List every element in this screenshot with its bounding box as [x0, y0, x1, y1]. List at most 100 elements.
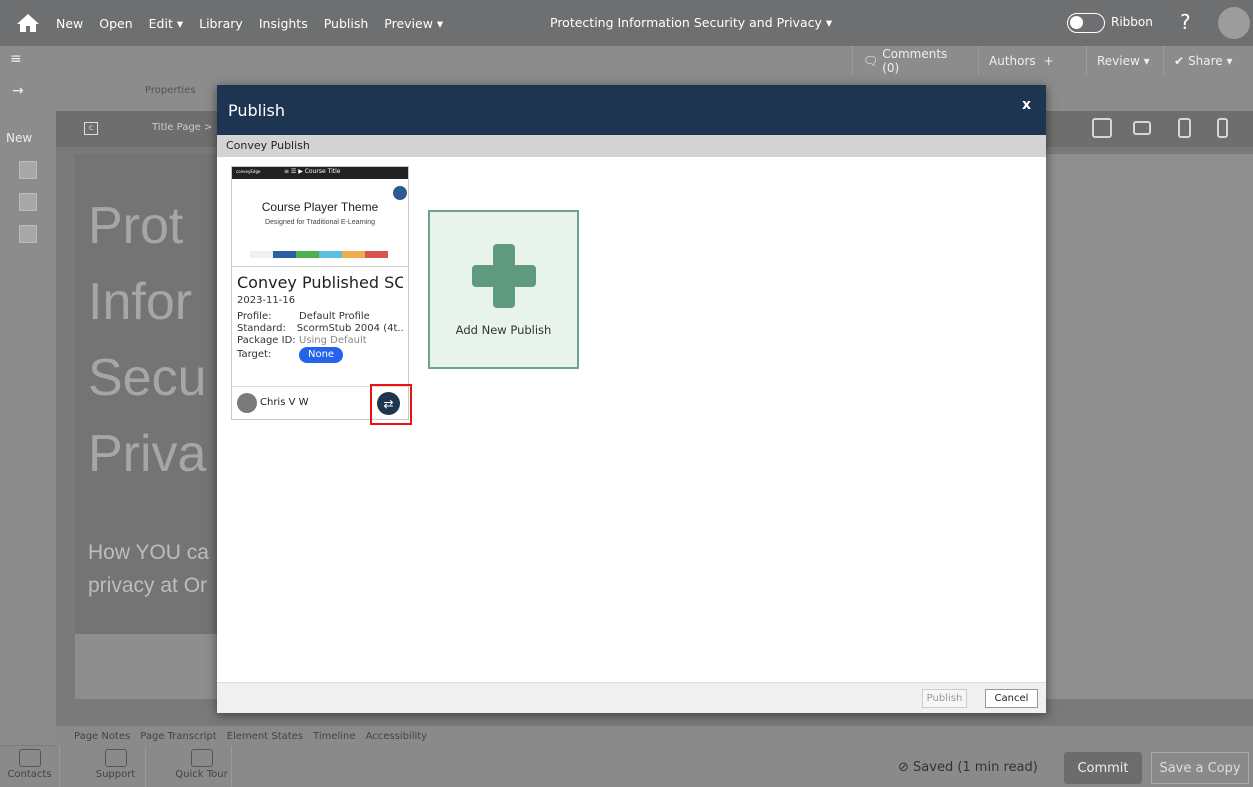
standard-key: Standard:	[237, 323, 286, 334]
secondary-toolbar: ≡ 🗨 Comments (0) Authors + Review ▾ ✔ Sh…	[0, 46, 1253, 75]
support-button[interactable]: Support	[86, 746, 146, 787]
publish-dialog: Publish x Convey Publish conveyEdge ≡ ☰ …	[217, 85, 1046, 713]
slide-title-line-4: Priva	[88, 425, 207, 483]
comments-label: Comments (0)	[882, 46, 948, 75]
check-icon: ✔	[1174, 53, 1185, 68]
tablet-portrait-icon[interactable]	[1178, 118, 1191, 138]
dialog-footer: Publish Cancel	[217, 682, 1046, 713]
close-icon[interactable]: x	[1022, 97, 1031, 113]
breadcrumb-title-page[interactable]: Title Page >	[152, 122, 212, 133]
support-label: Support	[95, 769, 136, 780]
properties-button[interactable]: Properties	[145, 85, 196, 96]
dialog-title: Publish	[228, 101, 286, 120]
menu-open[interactable]: Open	[99, 16, 132, 31]
arrow-right-icon[interactable]: →	[12, 83, 24, 99]
thumb-badge	[393, 186, 407, 200]
page-template-icon[interactable]	[19, 161, 37, 179]
menu-insights[interactable]: Insights	[259, 16, 308, 31]
publish-date: 2023-11-16	[237, 295, 296, 306]
package-key: Package ID:	[237, 335, 296, 346]
swatch	[296, 251, 319, 258]
notes-tabs: Page Notes Page Transcript Element State…	[56, 726, 1253, 746]
cancel-button[interactable]: Cancel	[985, 689, 1038, 708]
desktop-view-icon[interactable]	[1092, 118, 1112, 138]
quick-tour-label: Quick Tour	[175, 769, 228, 780]
publish-button[interactable]: Publish	[922, 689, 967, 708]
saved-label: Saved (1 min read)	[913, 760, 1038, 775]
new-label: New	[6, 131, 33, 145]
menu-new[interactable]: New	[56, 16, 83, 31]
review-button[interactable]: Review ▾	[1086, 46, 1160, 75]
thumb-subtitle: Designed for Traditional E-Learning	[264, 219, 376, 226]
standard-value: ScormStub 2004 (4t...	[296, 323, 403, 334]
plus-icon-bar	[472, 265, 536, 287]
commit-button[interactable]: Commit	[1064, 752, 1142, 784]
profile-key: Profile:	[237, 311, 272, 322]
share-button[interactable]: ✔ Share ▾	[1163, 46, 1253, 75]
help-icon[interactable]: ?	[1180, 10, 1191, 34]
publish-card[interactable]: conveyEdge ≡ ☰ ▶ Course Title Course Pla…	[231, 166, 409, 420]
left-rail: → New	[0, 75, 56, 745]
contacts-label: Contacts	[7, 769, 52, 780]
slide-title-line-3: Secu	[88, 349, 207, 407]
save-copy-button[interactable]: Save a Copy	[1151, 752, 1249, 784]
author-name: Chris V W	[260, 397, 309, 408]
card-details: Convey Published SC... 2023-11-16 Profil…	[232, 267, 408, 369]
theme-thumbnail: conveyEdge ≡ ☰ ▶ Course Title Course Pla…	[232, 167, 408, 267]
authors-button[interactable]: Authors +	[978, 46, 1078, 75]
contacts-button[interactable]: Contacts	[0, 746, 60, 787]
slide-title-line-2: Infor	[88, 273, 193, 331]
top-toolbar: New Open Edit ▾ Library Insights Publish…	[0, 0, 1253, 46]
section-header: Convey Publish	[217, 135, 1046, 157]
publish-name: Convey Published SC...	[237, 273, 403, 292]
publish-meta: Profile: Default Profile Standard: ScormSt…	[237, 311, 403, 363]
tab-accessibility[interactable]: Accessibility	[366, 731, 428, 742]
quick-tour-button[interactable]: Quick Tour	[172, 746, 232, 787]
quiz-template-icon[interactable]	[19, 193, 37, 211]
tab-timeline[interactable]: Timeline	[313, 731, 356, 742]
thumb-title: Course Player Theme	[261, 200, 379, 214]
menu-edit[interactable]: Edit ▾	[149, 16, 183, 31]
document-title[interactable]: Protecting Information Security and Priv…	[550, 15, 832, 30]
hamburger-icon[interactable]: ≡	[10, 51, 22, 67]
profile-value: Default Profile	[299, 311, 370, 322]
menu-library[interactable]: Library	[199, 16, 243, 31]
swatch	[319, 251, 342, 258]
theme-swatches	[250, 251, 388, 258]
tab-page-transcript[interactable]: Page Transcript	[140, 731, 216, 742]
tablet-landscape-icon[interactable]	[1133, 121, 1151, 135]
highlight-box	[370, 384, 412, 425]
tab-page-notes[interactable]: Page Notes	[74, 731, 130, 742]
slide-subtitle-line-2: privacy at Or	[88, 574, 208, 597]
contacts-icon	[18, 749, 41, 767]
section-label: Convey Publish	[226, 139, 310, 152]
add-new-publish-button[interactable]: Add New Publish	[428, 210, 579, 369]
slide-title-line-1: Prot	[88, 197, 184, 255]
swatch	[250, 251, 273, 258]
breadcrumb-root[interactable]: c	[84, 122, 98, 135]
target-key: Target:	[237, 349, 272, 360]
ribbon-label: Ribbon	[1111, 15, 1153, 29]
package-value: Using Default	[299, 335, 367, 346]
save-status: ⊘ Saved (1 min read)	[898, 760, 1038, 775]
phone-view-icon[interactable]	[1217, 118, 1228, 138]
ribbon-toggle[interactable]	[1067, 13, 1105, 33]
signpost-icon	[190, 749, 213, 767]
thumb-brand: conveyEdge	[236, 169, 261, 174]
comment-icon: 🗨	[863, 53, 879, 68]
author-avatar	[237, 393, 257, 413]
tab-element-states[interactable]: Element States	[227, 731, 303, 742]
swatch	[365, 251, 388, 258]
authors-label: Authors	[989, 53, 1036, 68]
menu-publish[interactable]: Publish	[324, 16, 369, 31]
add-author-icon[interactable]: +	[1044, 54, 1054, 68]
comments-button[interactable]: 🗨 Comments (0)	[852, 46, 977, 75]
user-avatar[interactable]	[1218, 7, 1250, 39]
support-icon	[104, 749, 127, 767]
menu-preview[interactable]: Preview ▾	[384, 16, 443, 31]
main-menu: New Open Edit ▾ Library Insights Publish…	[56, 16, 459, 31]
thumb-player-bar: conveyEdge ≡ ☰ ▶ Course Title	[232, 167, 408, 179]
search-page-icon[interactable]	[19, 225, 37, 243]
target-badge[interactable]: None	[299, 347, 344, 363]
home-icon[interactable]	[0, 0, 56, 46]
